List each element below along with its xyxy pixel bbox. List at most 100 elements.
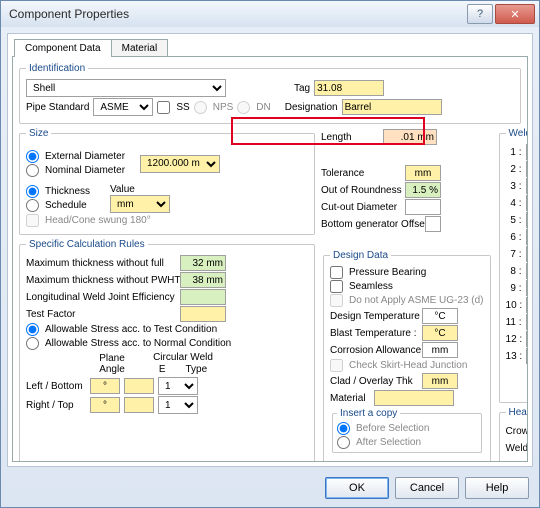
cutout-field[interactable]: [405, 199, 441, 215]
component-type-select[interactable]: Shell: [26, 79, 226, 97]
left-bottom-label: Left / Bottom: [26, 381, 86, 392]
weld-row-num: 8 :: [506, 266, 522, 277]
weld-row-num: 11 :: [506, 317, 522, 328]
weld-angle-field-7[interactable]: [526, 246, 528, 262]
bottom-offset-label: Bottom generator Offset: [321, 219, 421, 230]
stress-normal-cond-radio[interactable]: [26, 337, 39, 350]
tag-field[interactable]: [314, 80, 384, 96]
design-temp-label: Design Temperature: [330, 311, 418, 322]
tab-material[interactable]: Material: [111, 39, 169, 57]
identification-group: Identification Shell Tag Pipe Standard A…: [19, 63, 521, 124]
size-legend: Size: [26, 128, 51, 139]
weld-angle-field-2[interactable]: [526, 161, 528, 177]
weld-angle-field-12[interactable]: [526, 331, 528, 347]
lje-label: Longitudinal Weld Joint Efficiency: [26, 292, 176, 303]
thickness-label: Thickness: [45, 186, 90, 197]
max-pwht-label: Maximum thickness without PWHT: [26, 275, 176, 286]
blast-temp-label: Blast Temperature :: [330, 328, 418, 339]
calc-rules-group: Specific Calculation Rules Maximum thick…: [19, 239, 315, 462]
bottom-offset-field[interactable]: [425, 216, 441, 232]
tab-body: Identification Shell Tag Pipe Standard A…: [12, 56, 528, 462]
length-label: Length: [321, 132, 379, 143]
weld-row-num: 10 :: [506, 300, 522, 311]
weld-angle-field-9[interactable]: [526, 280, 528, 296]
weld-row-num: 12 :: [506, 334, 522, 345]
stress-test-cond-radio[interactable]: [26, 323, 39, 336]
tolerance-unit[interactable]: [405, 165, 441, 181]
designation-label: Designation: [285, 102, 338, 113]
after-selection-radio[interactable]: [337, 436, 350, 449]
close-icon[interactable]: ✕: [495, 4, 535, 24]
weld-row-num: 4 :: [506, 198, 522, 209]
ug23-checkbox: [330, 294, 343, 307]
head-assembly-group: Head Assembly Crown Chord Weld Eccent.: [499, 407, 528, 462]
weld-angle-field-8[interactable]: [526, 263, 528, 279]
weld-angle-field-3[interactable]: [526, 178, 528, 194]
weld-orientation-legend: Weld Orientation: [506, 128, 528, 139]
oor-field[interactable]: [405, 182, 441, 198]
designation-field[interactable]: [342, 99, 442, 115]
weld-orientation-group: Weld Orientation 1 :2 :3 :4 :5 :6 :7 :8 …: [499, 128, 528, 403]
insert-copy-legend: Insert a copy: [337, 408, 400, 419]
weld-row-num: 1 :: [506, 147, 522, 158]
lb-type-select[interactable]: 1: [158, 377, 198, 395]
corrosion-allow-label: Corrosion Allowance: [330, 345, 418, 356]
design-temp-unit[interactable]: [422, 308, 458, 324]
weld-angle-field-1[interactable]: [526, 144, 528, 160]
diameter-value-select[interactable]: 1200.000 m: [140, 155, 220, 173]
material-field[interactable]: [374, 390, 454, 406]
calc-rules-legend: Specific Calculation Rules: [26, 239, 148, 250]
max-full-field[interactable]: [180, 255, 226, 271]
lje-field[interactable]: [180, 289, 226, 305]
weld-angle-field-10[interactable]: [526, 297, 528, 313]
weld-row-num: 2 :: [506, 164, 522, 175]
external-diameter-radio[interactable]: [26, 150, 39, 163]
weld-angle-field-4[interactable]: [526, 195, 528, 211]
help-button[interactable]: Help: [465, 477, 529, 499]
dialog-window: Component Properties ? ✕ Component Data …: [0, 0, 540, 508]
thickness-unit-select[interactable]: mm: [110, 195, 170, 213]
headcone-label: Head/Cone swung 180°: [45, 215, 151, 226]
rt-angle-field[interactable]: [90, 397, 120, 413]
e-label: E: [159, 364, 166, 375]
length-field[interactable]: [383, 129, 437, 145]
schedule-radio[interactable]: [26, 199, 39, 212]
pipe-standard-label: Pipe Standard: [26, 102, 89, 113]
before-selection-label: Before Selection: [356, 423, 429, 434]
corrosion-allow-unit[interactable]: [422, 342, 458, 358]
help-icon[interactable]: ?: [467, 4, 493, 24]
tab-component-data[interactable]: Component Data: [14, 39, 112, 57]
weld-angle-field-13[interactable]: [526, 348, 528, 364]
blast-temp-unit[interactable]: [422, 325, 458, 341]
clad-overlay-unit[interactable]: [422, 373, 458, 389]
weld-row-num: 5 :: [506, 215, 522, 226]
max-pwht-field[interactable]: [180, 272, 226, 288]
test-factor-field[interactable]: [180, 306, 226, 322]
pipe-standard-select[interactable]: ASME: [93, 98, 153, 116]
pressure-bearing-checkbox[interactable]: [330, 266, 343, 279]
thickness-radio[interactable]: [26, 185, 39, 198]
client-area: Component Data Material Identification S…: [7, 33, 533, 467]
weld-row-num: 7 :: [506, 249, 522, 260]
weld-angle-field-11[interactable]: [526, 314, 528, 330]
tolerance-label: Tolerance: [321, 168, 401, 179]
seamless-checkbox[interactable]: [330, 280, 343, 293]
design-data-legend: Design Data: [330, 250, 391, 261]
lb-e-field[interactable]: [124, 378, 154, 394]
weld-angle-field-5[interactable]: [526, 212, 528, 228]
pressure-bearing-label: Pressure Bearing: [349, 267, 426, 278]
weld-angle-field-6[interactable]: [526, 229, 528, 245]
before-selection-radio[interactable]: [337, 422, 350, 435]
lb-angle-field[interactable]: [90, 378, 120, 394]
nominal-diameter-radio[interactable]: [26, 164, 39, 177]
ss-checkbox[interactable]: [157, 101, 170, 114]
skirt-head-label: Check Skirt-Head Junction: [349, 360, 467, 371]
crown-chord-label: Crown Chord: [506, 426, 528, 437]
cancel-button[interactable]: Cancel: [395, 477, 459, 499]
ok-button[interactable]: OK: [325, 477, 389, 499]
rt-e-field[interactable]: [124, 397, 154, 413]
dn-label: DN: [256, 102, 270, 113]
weld-eccent-label: Weld Eccent.: [506, 443, 528, 454]
rt-type-select[interactable]: 1: [158, 396, 198, 414]
type-label: Type: [185, 364, 207, 375]
